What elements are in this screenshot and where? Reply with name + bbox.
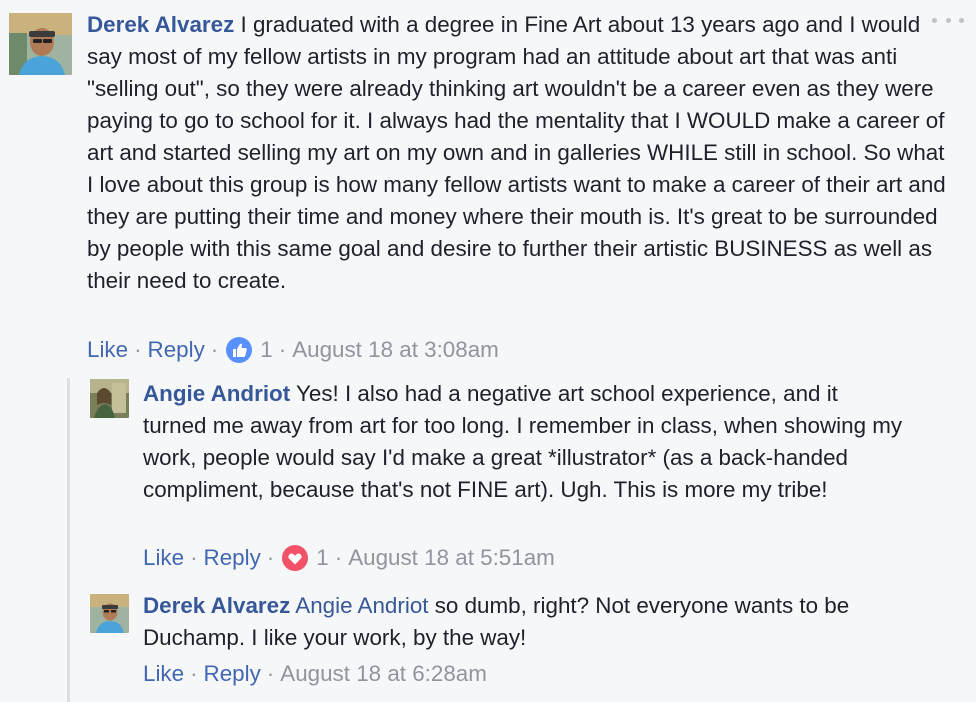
thread-line [67,378,70,702]
timestamp[interactable]: August 18 at 5:51am [348,542,555,574]
heart-reaction-icon[interactable] [282,545,309,571]
like-link[interactable]: Like [87,334,128,366]
reaction-count[interactable]: 1 [260,334,272,366]
comment-author[interactable]: Derek Alvarez [143,593,290,618]
like-link[interactable]: Like [143,658,184,690]
reply-link[interactable]: Reply [204,542,261,574]
avatar[interactable] [90,594,129,633]
comment-text: I graduated with a degree in Fine Art ab… [87,12,946,293]
comment-author[interactable]: Angie Andriot [143,381,290,406]
comment-author[interactable]: Derek Alvarez [87,12,234,37]
comment-actions: Like · Reply · 1 · August 18 at 5:51am [143,542,555,574]
avatar[interactable] [90,379,129,418]
like-link[interactable]: Like [143,542,184,574]
comment-actions: Like · Reply · August 18 at 6:28am [143,658,487,690]
reaction-count[interactable]: 1 [316,542,328,574]
timestamp[interactable]: August 18 at 6:28am [280,658,487,690]
avatar[interactable] [9,13,72,75]
reply-link[interactable]: Reply [204,658,261,690]
thumbs-up-reaction-icon[interactable] [226,337,253,363]
mention-link[interactable]: Angie Andriot [295,593,428,618]
timestamp[interactable]: August 18 at 3:08am [292,334,499,366]
comment-actions: Like · Reply · 1 · August 18 at 3:08am [87,334,499,366]
reply-link[interactable]: Reply [148,334,205,366]
